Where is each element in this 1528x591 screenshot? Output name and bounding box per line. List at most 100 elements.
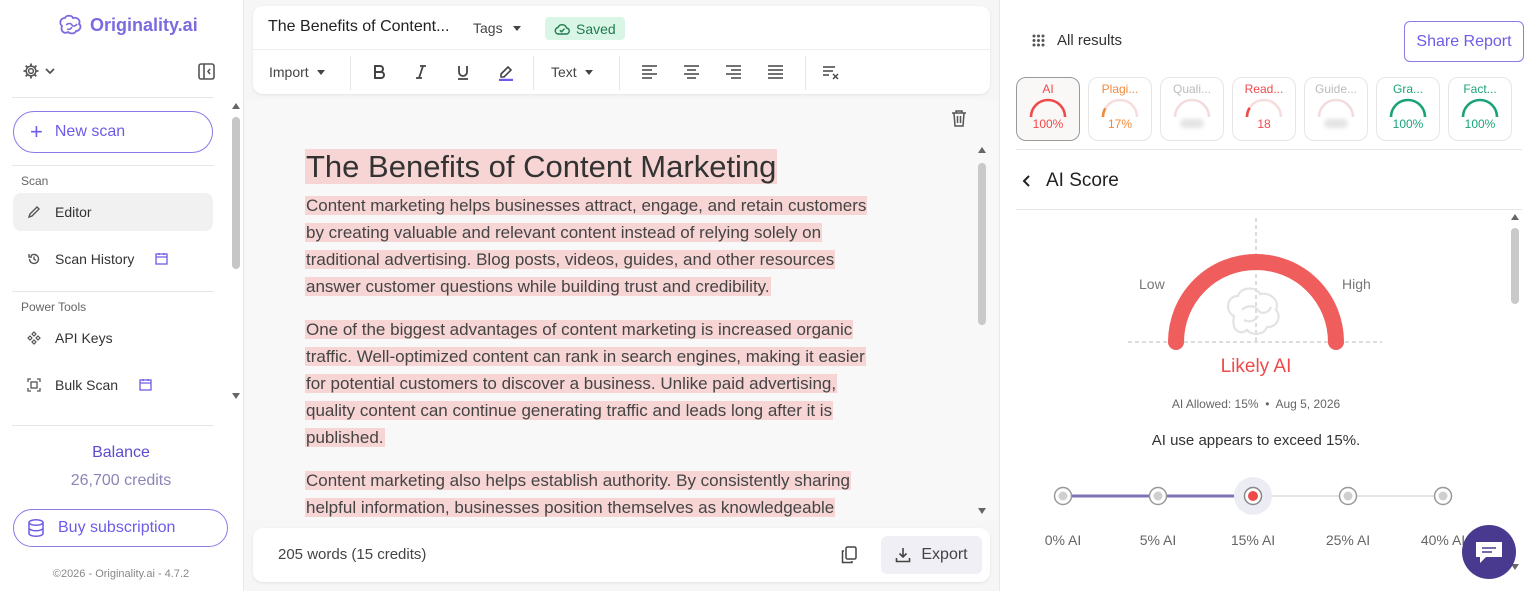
section-title: AI Score [1046,170,1119,191]
threshold-label[interactable]: 25% AI [1318,532,1378,548]
download-icon [896,548,911,563]
result-card[interactable]: Quali... [1160,77,1224,141]
scrollbar-thumb[interactable] [1511,228,1519,304]
history-icon [28,253,40,265]
underline-button[interactable] [455,58,471,86]
paragraph: One of the biggest advantages of content… [305,316,875,451]
scroll-up-arrow[interactable] [978,147,986,153]
divider [1016,149,1522,150]
ai-allowed-text: AI Allowed: 15% [1171,397,1259,411]
toolbar-separator [619,56,620,90]
result-card[interactable]: Read... 18 [1232,77,1296,141]
result-card-value: 100% [1392,117,1424,131]
ai-verdict: Likely AI [1220,356,1292,377]
tags-dropdown[interactable]: Tags [473,20,521,36]
italic-button[interactable] [413,58,429,86]
settings-menu[interactable] [22,62,56,80]
highlighted-text: Content marketing also helps establish a… [305,471,851,517]
result-card[interactable]: Fact... 100% [1448,77,1512,141]
plus-icon: + [30,119,43,144]
chevron-down-icon [45,68,55,75]
bullet-separator: • [1265,397,1270,411]
threshold-label[interactable]: 5% AI [1128,532,1188,548]
scroll-down-arrow[interactable] [978,508,986,514]
mini-gauge-fill [1245,98,1283,118]
paragraph: Content marketing helps businesses attra… [305,192,875,300]
import-dropdown[interactable]: Import [269,58,325,86]
result-card[interactable]: Plagi... 17% [1088,77,1152,141]
document-area[interactable]: The Benefits of Content Marketing Conten… [245,100,998,520]
caret-down-icon [584,69,593,75]
threshold-label[interactable]: 15% AI [1223,532,1283,548]
import-label: Import [269,64,309,80]
scrollbar-thumb[interactable] [978,163,986,325]
chat-bubble-icon [1476,542,1502,563]
all-results-button[interactable]: All results [1032,32,1122,49]
divider [12,97,214,98]
share-report-button[interactable]: Share Report [1404,21,1524,62]
document-scrollbar[interactable] [976,145,988,517]
mini-gauge-fill [1101,98,1139,118]
highlighted-text: The Benefits of Content Marketing [305,149,778,184]
export-button[interactable]: Export [881,536,982,574]
mini-gauge-track [1101,98,1139,118]
sidebar-item-label: Bulk Scan [55,377,119,393]
brain-logo-icon [59,14,82,35]
chat-support-button[interactable] [1462,525,1516,579]
clear-formatting-button[interactable] [822,58,840,86]
copyright: ©2026 - Originality.ai - 4.7.2 [52,568,190,580]
highlight-button[interactable] [497,58,515,86]
result-card-label: Read... [1244,82,1284,96]
text-style-dropdown[interactable]: Text [551,58,593,86]
section-label-power-tools: Power Tools [21,300,87,314]
sidebar-scrollbar[interactable] [231,101,241,403]
sidebar-item-bulk-scan[interactable]: Bulk Scan [13,366,213,404]
align-justify-button[interactable] [767,58,784,86]
new-scan-button[interactable]: + New scan [13,111,213,153]
align-right-icon [726,65,741,79]
saved-status-badge: Saved [545,17,625,40]
brain-icon [1227,287,1280,335]
threshold-label[interactable]: 0% AI [1033,532,1093,548]
delete-button[interactable] [951,109,967,127]
mini-gauge-track [1389,98,1427,118]
align-left-button[interactable] [641,58,658,86]
sidebar: Originality.ai + New scan Scan Editor Sc… [0,0,244,591]
slider-stop-dot [1248,491,1258,501]
result-card[interactable]: Guide... [1304,77,1368,141]
hidden-value-placeholder [1180,119,1204,128]
sidebar-panel-icon [198,63,215,80]
document-body[interactable]: The Benefits of Content Marketing Conten… [305,148,875,520]
sidebar-item-api-keys[interactable]: API Keys [13,319,213,357]
scrollbar-thumb[interactable] [232,117,240,269]
app-logo[interactable]: Originality.ai [58,14,198,36]
result-card[interactable]: Gra... 100% [1376,77,1440,141]
scroll-up-arrow[interactable] [1511,214,1519,220]
section-label-scan: Scan [21,174,49,188]
calendar-icon [155,253,168,265]
grid-dots-icon [1032,34,1045,47]
copy-button[interactable] [841,546,857,564]
paragraph: Content marketing also helps establish a… [305,467,875,520]
toolbar-separator [533,56,534,90]
collapse-sidebar-button[interactable] [198,63,215,80]
buy-subscription-button[interactable]: Buy subscription [13,509,228,547]
scroll-up-arrow[interactable] [232,103,240,109]
sidebar-item-scan-history[interactable]: Scan History [13,240,213,278]
result-mini-gauge [1317,98,1355,118]
scroll-down-arrow[interactable] [232,393,240,399]
document-title[interactable]: The Benefits of Content... [268,18,449,36]
gear-icon [23,63,39,79]
result-card-value: 18 [1257,117,1271,131]
editor-footer: 205 words (15 credits) Export [253,528,990,582]
align-right-button[interactable] [725,58,742,86]
align-center-button[interactable] [683,58,700,86]
back-button[interactable]: AI Score [1022,170,1119,192]
document-heading: The Benefits of Content Marketing [305,148,875,186]
results-scrollbar[interactable] [1509,212,1521,582]
result-card[interactable]: AI 100% [1016,77,1080,141]
bold-button[interactable] [371,58,387,86]
result-card-label: Gra... [1392,82,1423,96]
sidebar-item-editor[interactable]: Editor [13,193,213,231]
app-name: Originality.ai [90,14,198,35]
